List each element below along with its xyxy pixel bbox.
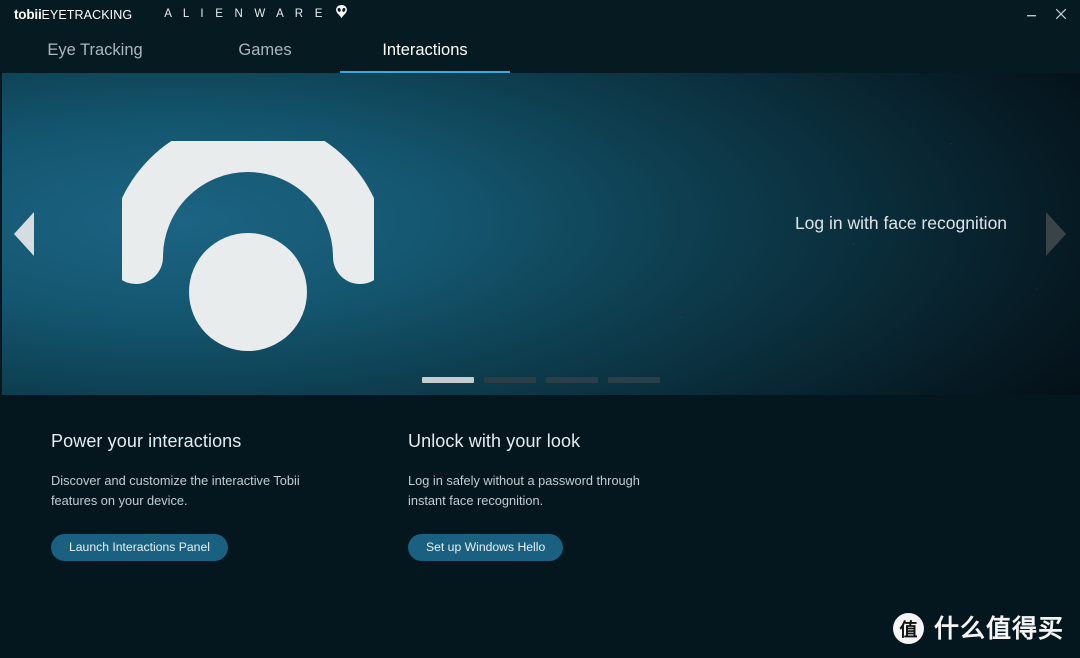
brand-name-tobii: tobii — [14, 6, 42, 22]
close-button[interactable] — [1046, 1, 1076, 27]
carousel-dot-3[interactable] — [546, 377, 598, 383]
carousel-dot-4[interactable] — [608, 377, 660, 383]
carousel-next-button[interactable] — [1046, 212, 1066, 256]
main-tab-bar: Eye Tracking Games Interactions — [0, 28, 1080, 73]
alienware-head-icon — [334, 4, 349, 24]
card-unlock-with-your-look: Unlock with your look Log in safely with… — [408, 431, 738, 658]
launch-interactions-panel-button[interactable]: Launch Interactions Panel — [51, 533, 228, 561]
tobii-brand-logo: tobiiEYETRACKING — [14, 7, 132, 22]
hero-carousel: Log in with face recognition — [2, 73, 1080, 395]
window-controls — [1016, 0, 1076, 28]
tobii-eyetracking-app-window: tobiiEYETRACKING A L I E N W A R E Eye T… — [0, 0, 1080, 658]
alienware-wordmark: A L I E N W A R E — [164, 8, 327, 20]
carousel-prev-button[interactable] — [14, 212, 34, 256]
content-area: Power your interactions Discover and cus… — [0, 395, 1080, 658]
card-description: Discover and customize the interactive T… — [51, 473, 300, 509]
hero-slide-caption: Log in with face recognition — [794, 213, 1008, 233]
close-icon — [1055, 8, 1067, 20]
tab-games[interactable]: Games — [190, 28, 340, 73]
alienware-brand-logo: A L I E N W A R E — [164, 4, 348, 24]
tobii-eye-logo-icon — [109, 118, 387, 356]
card-description: Log in safely without a password through… — [408, 473, 640, 509]
carousel-dot-2[interactable] — [484, 377, 536, 383]
card-title: Unlock with your look — [408, 431, 581, 451]
watermark: 值 什么值得买 — [892, 613, 1064, 644]
card-title: Power your interactions — [51, 431, 242, 451]
watermark-text: 什么值得买 — [933, 614, 1064, 643]
tab-eye-tracking[interactable]: Eye Tracking — [0, 28, 190, 73]
card-power-your-interactions: Power your interactions Discover and cus… — [51, 431, 381, 658]
minimize-icon — [1026, 14, 1036, 16]
carousel-pagination — [422, 377, 660, 383]
tab-interactions[interactable]: Interactions — [340, 28, 510, 73]
minimize-button[interactable] — [1016, 1, 1046, 27]
brand-name-eyetracking: EYETRACKING — [41, 7, 133, 22]
tab-interactions-label: Interactions — [382, 41, 468, 59]
watermark-badge-icon: 值 — [892, 613, 924, 644]
tab-eye-tracking-label: Eye Tracking — [47, 41, 143, 59]
title-bar: tobiiEYETRACKING A L I E N W A R E — [0, 0, 1080, 28]
set-up-windows-hello-button[interactable]: Set up Windows Hello — [408, 533, 564, 561]
carousel-dot-1[interactable] — [422, 377, 474, 383]
tab-games-label: Games — [238, 41, 292, 59]
